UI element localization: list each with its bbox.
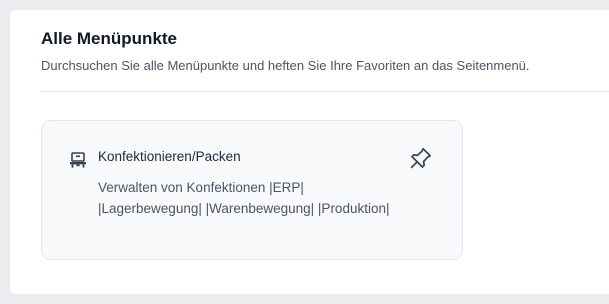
packing-station-icon (69, 151, 87, 169)
pin-icon[interactable] (408, 145, 434, 171)
page-title: Alle Menüpunkte (41, 29, 178, 48)
menu-item-description: Verwalten von Konfektionen |ERP| |Lagerb… (98, 180, 390, 216)
menu-item-card[interactable]: Konfektionieren/Packen Verwalten von Kon… (41, 120, 463, 260)
page-subtitle: Durchsuchen Sie alle Menüpunkte und heft… (41, 58, 530, 73)
divider (41, 91, 609, 92)
content-panel: Alle Menüpunkte Durchsuchen Sie alle Men… (10, 10, 609, 294)
menu-item-title[interactable]: Konfektionieren/Packen (98, 149, 241, 164)
